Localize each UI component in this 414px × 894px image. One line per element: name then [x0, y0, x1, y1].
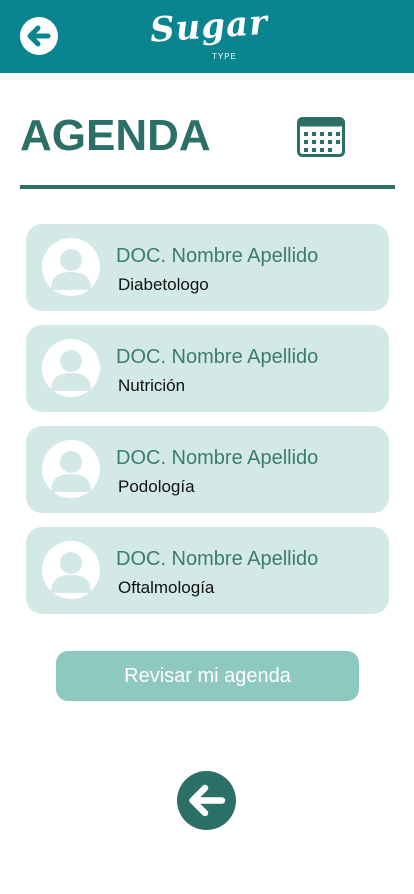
- doctor-name: DOC. Nombre Apellido: [116, 548, 319, 570]
- calendar-icon: [297, 117, 345, 157]
- avatar: [42, 440, 100, 498]
- title-divider: [20, 185, 395, 189]
- logo-subtext: TYPE: [212, 52, 237, 61]
- review-agenda-button[interactable]: Revisar mi agenda: [56, 651, 359, 701]
- arrow-left-icon: [27, 25, 51, 47]
- doctor-specialty: Podología: [118, 477, 195, 496]
- back-button[interactable]: [20, 17, 58, 55]
- user-avatar-icon: [51, 451, 91, 492]
- doctor-card[interactable]: DOC. Nombre Apellido Diabetologo: [26, 224, 389, 311]
- doctor-specialty: Diabetologo: [118, 275, 209, 294]
- doctor-card[interactable]: DOC. Nombre Apellido Nutrición: [26, 325, 389, 412]
- user-avatar-icon: [51, 350, 91, 391]
- doctor-name: DOC. Nombre Apellido: [116, 245, 319, 267]
- doctor-specialty: Nutrición: [118, 376, 186, 395]
- user-avatar-icon: [51, 552, 91, 593]
- doctor-specialty: Oftalmología: [118, 578, 215, 597]
- doctor-name: DOC. Nombre Apellido: [116, 447, 319, 469]
- doctor-card[interactable]: DOC. Nombre Apellido Podología: [26, 426, 389, 513]
- back-button-bottom[interactable]: [177, 771, 236, 830]
- avatar: [42, 238, 100, 296]
- app-header: Sugar TYPE: [0, 0, 414, 73]
- arrow-left-icon: [189, 784, 226, 817]
- doctor-name: DOC. Nombre Apellido: [116, 346, 319, 368]
- logo-text: Sugar: [148, 2, 270, 51]
- user-avatar-icon: [51, 249, 91, 290]
- app-logo: Sugar TYPE: [149, 3, 270, 66]
- page-title: AGENDA: [20, 111, 211, 160]
- doctor-card[interactable]: DOC. Nombre Apellido Oftalmología: [26, 527, 389, 614]
- calendar-button[interactable]: [297, 117, 345, 157]
- avatar: [42, 541, 100, 599]
- avatar: [42, 339, 100, 397]
